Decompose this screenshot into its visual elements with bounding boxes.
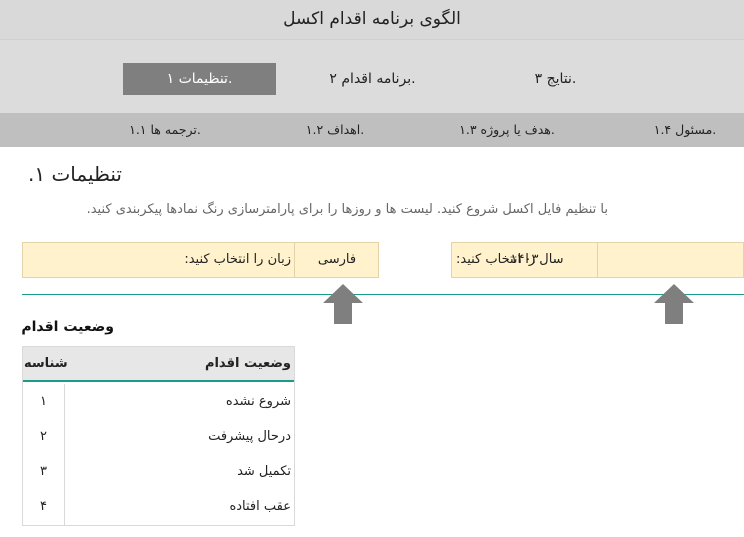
- tab-settings[interactable]: تنظیمات ۱.: [123, 63, 276, 95]
- status-name: عقب افتاده: [229, 499, 291, 514]
- tab-action-plan[interactable]: برنامه اقدام ۲.: [300, 63, 445, 95]
- subtab-goal-or-project[interactable]: هدف یا پروژه ۱.۳.: [437, 113, 577, 147]
- table-header: وضعیت اقدام شناسه: [23, 347, 294, 382]
- app-title: الگوی برنامه اقدام اکسل: [283, 9, 461, 29]
- subtab-goals[interactable]: اهداف ۱.۲.: [270, 113, 400, 147]
- subtab-translations[interactable]: ترجمه ها ۱.۱.: [100, 113, 230, 147]
- table-row: تکمیل شد ۳: [23, 454, 294, 490]
- language-setting: زبان را انتخاب کنید: فارسی: [22, 242, 379, 278]
- status-name: درحال پیشرفت: [208, 429, 291, 444]
- status-id: ۱: [40, 394, 47, 409]
- up-arrow-icon: [654, 284, 694, 324]
- status-heading: وضعیت اقدام: [21, 319, 114, 335]
- subtab-owner[interactable]: مسئول ۱.۴.: [630, 113, 740, 147]
- table-row: درحال پیشرفت ۲: [23, 419, 294, 455]
- intro-text: با تنظیم فایل اکسل شروع کنید. لیست ها و …: [86, 202, 608, 217]
- main-nav: تنظیمات ۱. برنامه اقدام ۲. نتایج ۳.: [0, 39, 744, 113]
- status-name: تکمیل شد: [237, 464, 291, 479]
- up-arrow-icon: [323, 284, 363, 324]
- sub-nav: ترجمه ها ۱.۱. اهداف ۱.۲. هدف یا پروژه ۱.…: [0, 113, 744, 147]
- status-table: وضعیت اقدام شناسه شروع نشده ۱ درحال پیشر…: [22, 346, 295, 526]
- status-id: ۲: [40, 429, 47, 444]
- language-select[interactable]: فارسی: [295, 243, 379, 277]
- title-bar: الگوی برنامه اقدام اکسل: [0, 0, 744, 39]
- tab-results[interactable]: نتایج ۳.: [483, 63, 628, 95]
- column-header-status: وضعیت اقدام: [204, 356, 291, 371]
- status-id: ۴: [40, 499, 47, 514]
- column-header-id: شناسه: [24, 356, 68, 371]
- year-label: سال را انتخاب کنید:: [456, 252, 564, 267]
- status-id: ۳: [40, 464, 47, 479]
- table-row: عقب افتاده ۴: [23, 489, 294, 525]
- status-name: شروع نشده: [225, 394, 291, 409]
- page-title: تنظیمات ۱.: [28, 162, 122, 186]
- year-setting: ۱۴۰۳ سال را انتخاب کنید:: [451, 242, 744, 278]
- language-label: زبان را انتخاب کنید:: [184, 252, 291, 267]
- table-row: شروع نشده ۱: [23, 384, 294, 420]
- section-divider: [22, 294, 744, 295]
